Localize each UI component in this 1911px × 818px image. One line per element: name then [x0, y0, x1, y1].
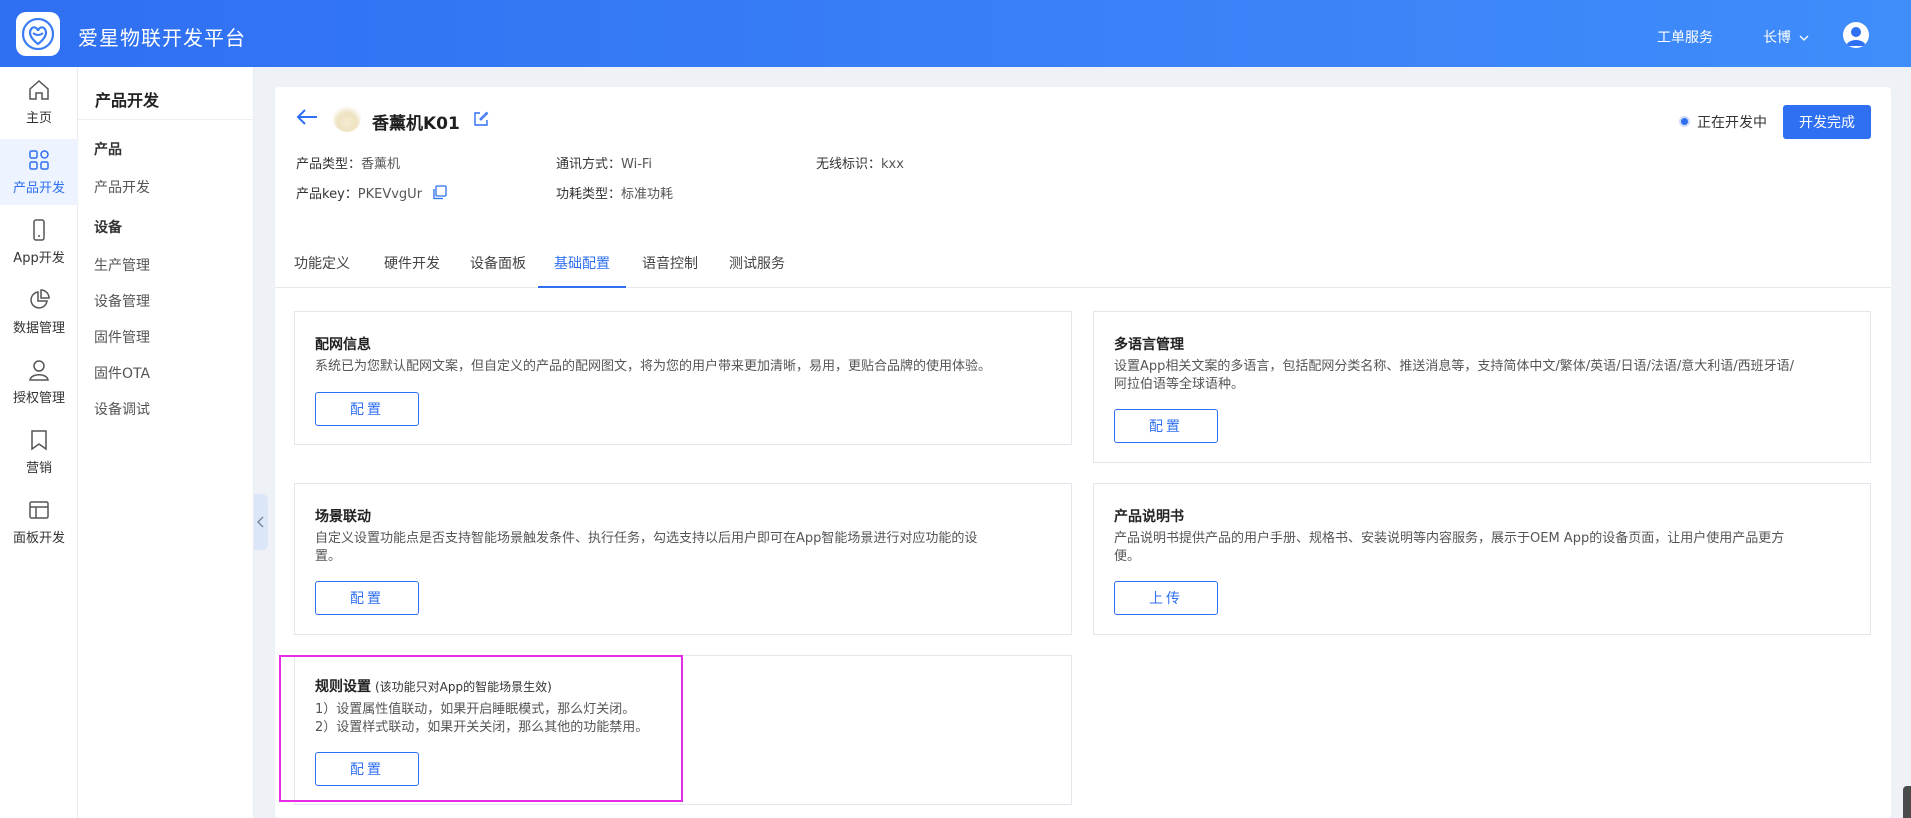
scene-config-button[interactable]: 配置 — [315, 581, 419, 615]
tab-test-service[interactable]: 测试服务 — [716, 244, 798, 288]
bookmark-icon — [31, 430, 47, 451]
meta-comm: 通讯方式：Wi-Fi — [556, 153, 652, 172]
rail-item-app-dev[interactable]: App开发 — [0, 209, 78, 275]
card-desc-line: 自定义设置功能点是否支持智能场景触发条件、执行任务，勾选支持以后用户即可在App… — [315, 531, 978, 546]
rail-label: 产品开发 — [12, 181, 65, 196]
rail-item-product-dev[interactable]: 产品开发 — [0, 139, 78, 205]
card-title: 场景联动 — [315, 509, 371, 525]
rail-item-auth-management[interactable]: 授权管理 — [0, 349, 78, 415]
card-desc-line: 阿拉伯语等全球语种。 — [1114, 377, 1245, 392]
meta-value: 标准功耗 — [621, 187, 674, 202]
top-bar: 爱星物联开发平台 工单服务 长博 — [0, 0, 1911, 67]
card-network-info: 配网信息 系统已为您默认配网文案，但自定义的产品的配网图文，将为您的用户带来更加… — [294, 311, 1072, 445]
meta-product-type: 产品类型：香薰机 — [296, 153, 400, 172]
avatar-icon — [1846, 27, 1866, 46]
rail-label: 数据管理 — [12, 321, 65, 336]
ticket-service-link[interactable]: 工单服务 — [1657, 27, 1713, 47]
card-title: 产品说明书 — [1114, 509, 1184, 525]
subnav-item-firmware[interactable]: 固件管理 — [94, 327, 150, 347]
manual-upload-button[interactable]: 上传 — [1114, 581, 1218, 615]
collapse-nav-button[interactable] — [254, 494, 268, 550]
meta-label: 功耗类型： — [556, 187, 622, 202]
tab-function-definition[interactable]: 功能定义 — [281, 244, 363, 288]
edit-icon[interactable] — [472, 110, 490, 128]
meta-label: 产品key： — [296, 187, 358, 202]
subnav-item-firmware-ota[interactable]: 固件OTA — [94, 363, 150, 383]
card-desc-line: 产品说明书提供产品的用户手册、规格书、安装说明等内容服务，展示于OEM App的… — [1114, 531, 1785, 546]
rail-item-panel-dev[interactable]: 面板开发 — [0, 489, 78, 555]
subnav-item-device-debug[interactable]: 设备调试 — [94, 399, 150, 419]
card-desc-line: 置。 — [315, 549, 342, 564]
status-dot — [1679, 116, 1690, 127]
home-icon — [29, 79, 49, 100]
subnav-item-production[interactable]: 生产管理 — [94, 255, 150, 275]
avatar[interactable] — [1843, 22, 1869, 48]
rail-label: App开发 — [13, 251, 65, 266]
tab-device-panel[interactable]: 设备面板 — [457, 244, 539, 288]
meta-label: 通讯方式： — [556, 157, 622, 172]
language-config-button[interactable]: 配置 — [1114, 409, 1218, 443]
subnav-group-device: 设备 — [94, 220, 122, 236]
meta-label: 无线标识： — [816, 157, 882, 172]
subnav-item-product-dev[interactable]: 产品开发 — [94, 177, 150, 197]
meta-value: 香薰机 — [361, 157, 401, 172]
network-config-button[interactable]: 配置 — [315, 392, 419, 426]
subnav-item-device-management[interactable]: 设备管理 — [94, 291, 150, 311]
card-desc: 系统已为您默认配网文案，但自定义的产品的配网图文，将为您的用户带来更加清晰，易用… — [315, 359, 992, 374]
dev-status: 正在开发中 — [1697, 115, 1767, 131]
app-title: 爱星物联开发平台 — [78, 26, 246, 50]
card-title: 配网信息 — [315, 337, 371, 353]
subnav-group-product: 产品 — [94, 142, 122, 158]
card-scene-linkage: 场景联动 自定义设置功能点是否支持智能场景触发条件、执行任务，勾选支持以后用户即… — [294, 483, 1072, 635]
tab-voice-control[interactable]: 语音控制 — [629, 244, 711, 288]
meta-wireless: 无线标识：kxx — [816, 153, 904, 172]
scrollbar-thumb[interactable] — [1903, 786, 1911, 818]
chevron-left-icon — [256, 516, 264, 528]
card-desc-line: 便。 — [1114, 549, 1141, 564]
pie-chart-icon — [30, 289, 50, 309]
grid-icon — [29, 150, 49, 170]
tab-hardware-dev[interactable]: 硬件开发 — [371, 244, 453, 288]
divider — [78, 119, 254, 120]
tab-bar: 功能定义 硬件开发 设备面板 基础配置 语音控制 测试服务 — [275, 244, 1891, 288]
meta-value: Wi-Fi — [621, 157, 653, 172]
rail-label: 营销 — [25, 461, 52, 476]
rail-item-data-management[interactable]: 数据管理 — [0, 279, 78, 345]
user-icon — [29, 360, 49, 381]
rail-label: 授权管理 — [12, 391, 65, 406]
panel-icon — [29, 501, 49, 519]
finish-dev-button[interactable]: 开发完成 — [1783, 105, 1871, 139]
logo-icon — [22, 18, 54, 50]
left-rail: 主页 产品开发 App开发 数据管理 授权管理 营销 面板开发 — [0, 67, 78, 818]
meta-product-key: 产品key：PKEVvgUr — [296, 183, 447, 202]
product-image — [333, 104, 361, 132]
rail-item-marketing[interactable]: 营销 — [0, 419, 78, 485]
username-dropdown[interactable]: 长博 — [1763, 27, 1809, 47]
tab-basic-config[interactable]: 基础配置 — [538, 244, 626, 288]
product-name: 香薰机K01 — [372, 114, 460, 134]
logo[interactable] — [16, 12, 60, 56]
card-desc: 设置App相关文案的多语言，包括配网分类名称、推送消息等，支持简体中文/繁体/英… — [1114, 358, 1794, 394]
card-desc: 产品说明书提供产品的用户手册、规格书、安装说明等内容服务，展示于OEM App的… — [1114, 530, 1784, 566]
meta-label: 产品类型： — [296, 157, 362, 172]
meta-power: 功耗类型：标准功耗 — [556, 183, 673, 202]
copy-icon[interactable] — [432, 185, 447, 200]
highlight-box — [279, 655, 683, 802]
card-title: 多语言管理 — [1114, 337, 1184, 353]
card-desc: 自定义设置功能点是否支持智能场景触发条件、执行任务，勾选支持以后用户即可在App… — [315, 530, 977, 566]
secondary-nav: 产品开发 产品 产品开发 设备 生产管理 设备管理 固件管理 固件OTA 设备调… — [78, 67, 254, 818]
rail-label: 主页 — [25, 111, 52, 126]
card-desc-line: 设置App相关文案的多语言，包括配网分类名称、推送消息等，支持简体中文/繁体/英… — [1114, 359, 1795, 374]
phone-icon — [33, 219, 45, 241]
card-multi-language: 多语言管理 设置App相关文案的多语言，包括配网分类名称、推送消息等，支持简体中… — [1093, 311, 1871, 463]
chevron-down-icon — [1799, 35, 1809, 41]
subnav-title: 产品开发 — [95, 91, 160, 110]
back-arrow-icon[interactable] — [295, 107, 319, 127]
rail-item-home[interactable]: 主页 — [0, 69, 78, 135]
meta-value: PKEVvgUr — [357, 187, 423, 202]
rail-label: 面板开发 — [12, 531, 65, 546]
meta-value: kxx — [881, 157, 904, 172]
card-product-manual: 产品说明书 产品说明书提供产品的用户手册、规格书、安装说明等内容服务，展示于OE… — [1093, 483, 1871, 635]
username: 长博 — [1763, 30, 1791, 46]
